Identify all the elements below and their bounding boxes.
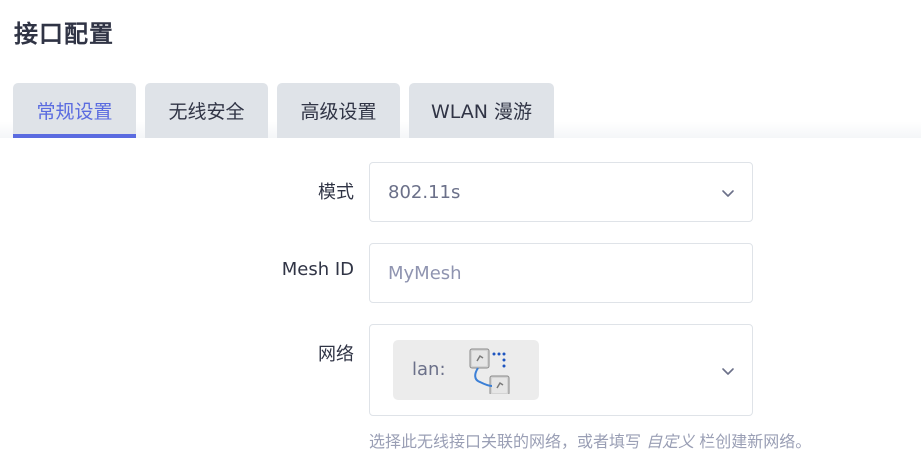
mode-select[interactable]: 802.11s (369, 162, 753, 222)
network-select[interactable]: lan: (369, 324, 753, 416)
tab-advanced-settings[interactable]: 高级设置 (277, 83, 400, 138)
help-text-emphasis: 自定义 (646, 432, 695, 451)
tab-general-settings[interactable]: 常规设置 (13, 83, 136, 138)
chevron-down-icon (722, 190, 734, 197)
mode-label: 模式 (318, 182, 354, 203)
help-text-prefix: 选择此无线接口关联的网络，或者填写 (369, 432, 647, 451)
help-text-suffix: 栏创建新网络。 (694, 432, 812, 451)
mesh-id-label: Mesh ID (281, 259, 354, 280)
chevron-down-icon (722, 368, 734, 375)
tab-bar: 常规设置 无线安全 高级设置 WLAN 漫游 (0, 83, 921, 138)
network-help-text: 选择此无线接口关联的网络，或者填写 自定义 栏创建新网络。 (369, 428, 811, 452)
network-chip-label: lan: (412, 359, 446, 380)
mode-select-value: 802.11s (388, 182, 461, 203)
mesh-id-field[interactable] (369, 243, 753, 303)
page-title: 接口配置 (14, 20, 114, 48)
network-chip-lan[interactable]: lan: (393, 340, 539, 400)
mesh-id-input[interactable] (370, 244, 752, 302)
tab-wlan-roaming[interactable]: WLAN 漫游 (409, 83, 554, 138)
network-label: 网络 (318, 344, 354, 365)
tab-wireless-security[interactable]: 无线安全 (145, 83, 268, 138)
network-bridge-icon (469, 348, 510, 394)
